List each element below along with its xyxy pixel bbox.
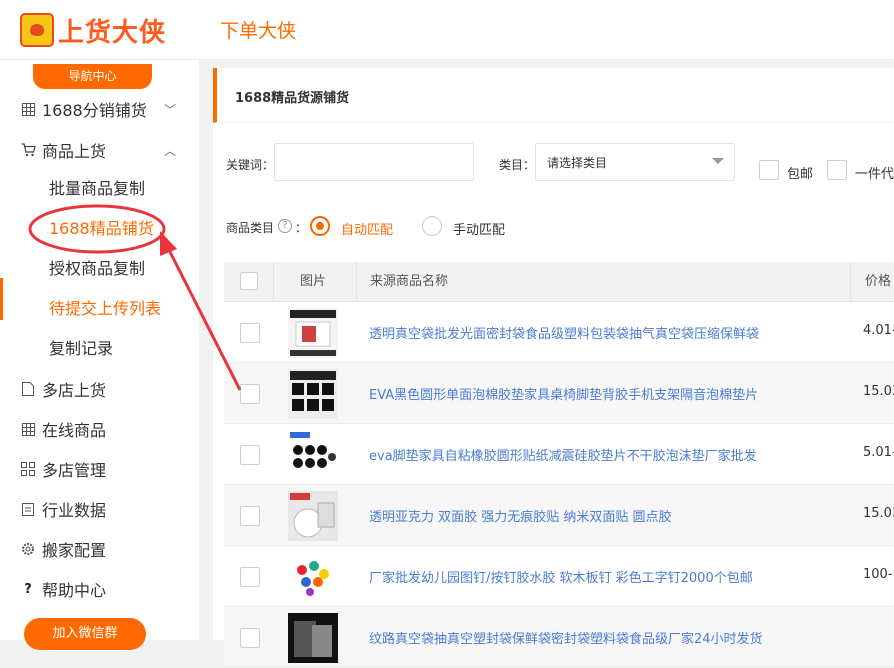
product-thumbnail[interactable] bbox=[288, 613, 338, 663]
table-row: 纹路真空袋抽真空塑封袋保鲜袋密封袋塑料袋食品级厂家24小时发货 bbox=[224, 607, 894, 668]
product-category-label: 商品类目 bbox=[226, 221, 275, 235]
help-question-icon[interactable]: ? bbox=[278, 219, 292, 233]
product-name-link[interactable]: 纹路真空袋抽真空塑封袋保鲜袋密封袋塑料袋食品级厂家24小时发货 bbox=[369, 628, 763, 647]
product-thumbnail[interactable] bbox=[288, 369, 338, 419]
free-shipping-checkbox[interactable] bbox=[759, 160, 779, 180]
table-row: EVA黑色圆形单面泡棉胶垫家具桌椅脚垫背胶手机支架隔音泡棉垫片 15.03 bbox=[224, 363, 894, 424]
sidebar-item-help-center[interactable]: ? 帮助中心 bbox=[20, 574, 190, 604]
product-name-link[interactable]: eva脚垫家具自粘橡胶圆形贴纸减震硅胶垫片不干胶泡沫垫厂家批发 bbox=[369, 445, 757, 464]
sidebar-item-1688-distribution[interactable]: 1688分销铺货 ﹀ bbox=[20, 94, 190, 124]
product-price: 15.03 bbox=[863, 506, 894, 521]
keyword-input[interactable] bbox=[274, 143, 474, 181]
app-logo[interactable]: 上货大侠 bbox=[20, 10, 166, 50]
sidebar-item-multi-store-upload[interactable]: 多店上货 bbox=[20, 374, 190, 404]
active-indicator bbox=[0, 278, 3, 320]
sidebar-subitem-pending-upload[interactable]: 待提交上传列表 bbox=[49, 294, 161, 324]
dropship-label: 一件代 bbox=[855, 167, 894, 182]
shop-icon bbox=[20, 461, 36, 477]
table-row: 透明真空袋批发光面密封袋食品级塑料包装袋抽气真空袋压缩保鲜袋 4.01- bbox=[224, 302, 894, 363]
row-checkbox[interactable] bbox=[240, 506, 260, 526]
sidebar-item-label: 多店上货 bbox=[42, 381, 107, 400]
sidebar-item-migration-config[interactable]: 搬家配置 bbox=[20, 534, 190, 564]
caret-down-icon bbox=[712, 158, 724, 164]
sidebar-item-product-upload[interactable]: 商品上货 ︿ bbox=[20, 135, 190, 165]
product-price: 15.03 bbox=[863, 384, 894, 399]
auto-match-label[interactable]: 自动匹配 bbox=[341, 219, 393, 238]
logo-mascot-icon bbox=[20, 13, 54, 47]
nav-center-button[interactable]: 导航中心 bbox=[33, 64, 152, 89]
dropship-checkbox[interactable] bbox=[827, 160, 847, 180]
sidebar-subitem-authorized-copy[interactable]: 授权商品复制 bbox=[49, 254, 145, 284]
manual-match-label[interactable]: 手动匹配 bbox=[453, 219, 505, 238]
row-checkbox[interactable] bbox=[240, 323, 260, 343]
chevron-up-icon: ︿ bbox=[163, 143, 176, 158]
product-price: 4.01- bbox=[863, 323, 894, 338]
sidebar-item-label: 多店管理 bbox=[42, 461, 107, 480]
select-all-checkbox[interactable] bbox=[240, 272, 258, 290]
manual-match-radio[interactable] bbox=[422, 216, 442, 236]
product-category-colon: ： bbox=[295, 221, 308, 235]
sidebar-item-label: 在线商品 bbox=[42, 421, 107, 440]
product-name-link[interactable]: 透明真空袋批发光面密封袋食品级塑料包装袋抽气真空袋压缩保鲜袋 bbox=[369, 323, 759, 342]
sidebar-item-label: 行业数据 bbox=[42, 501, 107, 520]
document-icon bbox=[20, 381, 36, 397]
main-header: 1688精品货源铺货 bbox=[213, 68, 894, 123]
page-title: 1688精品货源铺货 bbox=[235, 91, 350, 106]
product-name-link[interactable]: 透明亚克力 双面胶 强力无痕胶贴 纳米双面贴 圆点胶 bbox=[369, 506, 672, 525]
sidebar-subitem-copy-records[interactable]: 复制记录 bbox=[49, 334, 113, 364]
chevron-down-icon: ﹀ bbox=[163, 102, 176, 117]
category-label: 类目： bbox=[499, 158, 536, 172]
product-thumbnail[interactable] bbox=[288, 308, 338, 358]
product-price: 5.01- bbox=[863, 445, 894, 460]
product-thumbnail[interactable] bbox=[288, 552, 338, 602]
clipboard-icon bbox=[20, 501, 36, 517]
join-wechat-button[interactable]: 加入微信群 bbox=[24, 618, 146, 650]
auto-match-radio[interactable] bbox=[310, 216, 330, 236]
product-name-link[interactable]: 厂家批发幼儿园图钉/按钉胶水胶 软木板钉 彩色工字钉2000个包邮 bbox=[369, 567, 753, 586]
table-row: 透明亚克力 双面胶 强力无痕胶贴 纳米双面贴 圆点胶 15.03 bbox=[224, 485, 894, 546]
product-price: 100- bbox=[863, 567, 893, 582]
sidebar-item-online-products[interactable]: 在线商品 bbox=[20, 414, 190, 444]
product-name-link[interactable]: EVA黑色圆形单面泡棉胶垫家具桌椅脚垫背胶手机支架隔音泡棉垫片 bbox=[369, 384, 758, 403]
main-panel: 1688精品货源铺货 关键词： 类目： 请选择类目 包邮 一件代 商品类目 ? … bbox=[213, 68, 894, 668]
sidebar-item-label: 1688分销铺货 bbox=[42, 101, 147, 120]
sidebar: 导航中心 1688分销铺货 ﹀ 商品上货 ︿ 批量商品复制 1688精品铺货 授… bbox=[0, 60, 199, 650]
sidebar-item-multi-store-manage[interactable]: 多店管理 bbox=[20, 454, 190, 484]
column-header-name: 来源商品名称 bbox=[370, 274, 449, 289]
gear-icon bbox=[20, 541, 36, 557]
grid-icon bbox=[20, 421, 36, 437]
sidebar-item-label: 商品上货 bbox=[42, 142, 107, 161]
top-nav-order-link[interactable]: 下单大侠 bbox=[220, 16, 296, 43]
row-checkbox[interactable] bbox=[240, 567, 260, 587]
category-placeholder: 请选择类目 bbox=[547, 156, 608, 170]
sidebar-subitem-batch-copy[interactable]: 批量商品复制 bbox=[49, 174, 145, 204]
category-select[interactable]: 请选择类目 bbox=[535, 143, 735, 181]
free-shipping-label: 包邮 bbox=[787, 167, 814, 182]
row-checkbox[interactable] bbox=[240, 445, 260, 465]
product-thumbnail[interactable] bbox=[288, 491, 338, 541]
sidebar-item-label: 搬家配置 bbox=[42, 541, 107, 560]
table-row: eva脚垫家具自粘橡胶圆形贴纸减震硅胶垫片不干胶泡沫垫厂家批发 5.01- bbox=[224, 424, 894, 485]
table-header: 图片 来源商品名称 价格 bbox=[224, 262, 894, 302]
logo-text: 上货大侠 bbox=[58, 17, 167, 48]
top-bar: 上货大侠 下单大侠 bbox=[0, 0, 894, 60]
column-header-image: 图片 bbox=[300, 274, 327, 289]
question-icon: ? bbox=[24, 581, 32, 597]
table-row: 厂家批发幼儿园图钉/按钉胶水胶 软木板钉 彩色工字钉2000个包邮 100- bbox=[224, 546, 894, 607]
keyword-label: 关键词： bbox=[226, 158, 275, 172]
sidebar-item-label: 帮助中心 bbox=[42, 581, 107, 600]
sidebar-item-industry-data[interactable]: 行业数据 bbox=[20, 494, 190, 524]
sidebar-subitem-1688-premium[interactable]: 1688精品铺货 bbox=[49, 214, 154, 244]
cart-icon bbox=[20, 142, 36, 158]
grid-icon bbox=[20, 101, 36, 117]
column-header-price: 价格 bbox=[865, 274, 892, 289]
product-thumbnail[interactable] bbox=[288, 430, 338, 480]
row-checkbox[interactable] bbox=[240, 384, 260, 404]
row-checkbox[interactable] bbox=[240, 628, 260, 648]
